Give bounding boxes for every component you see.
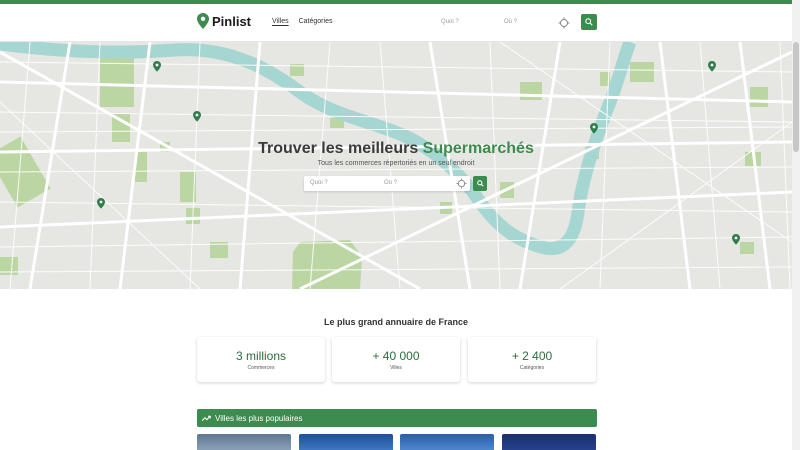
stat-value: + 2 400 xyxy=(511,349,553,363)
map-pin-icon xyxy=(197,13,209,29)
header-search: Quoi ? Où ? xyxy=(437,14,574,32)
header-search-button[interactable] xyxy=(581,14,597,30)
city-card[interactable] xyxy=(197,434,291,450)
location-target-icon[interactable] xyxy=(456,178,467,189)
hero-where-input[interactable]: Où ? xyxy=(384,180,397,186)
hero-title-accent: Supermarchés xyxy=(422,140,534,157)
logo-text: Pinlist xyxy=(212,13,252,29)
hero-what-input[interactable]: Quoi ? xyxy=(310,180,328,186)
search-icon xyxy=(585,18,593,26)
city-card[interactable] xyxy=(400,434,494,450)
city-card[interactable] xyxy=(502,434,596,450)
stat-label: Catégories xyxy=(519,365,545,371)
nav-villes[interactable]: Villes xyxy=(272,18,289,25)
hero-search-bar: Quoi ? Où ? xyxy=(304,176,470,191)
header-where-input[interactable]: Où ? xyxy=(504,19,564,25)
popular-cities-title: Villes les plus populaires xyxy=(215,413,303,423)
logo[interactable]: Pinlist xyxy=(197,13,251,29)
stat-label: Commerces xyxy=(247,365,275,371)
nav-categories[interactable]: Catégories xyxy=(299,18,333,25)
stats-title: Le plus grand annuaire de France xyxy=(323,317,469,327)
stat-card-categories: + 2 400 Catégories xyxy=(468,337,596,382)
stat-card-commerces: 3 millions Commerces xyxy=(197,337,325,382)
search-icon xyxy=(476,180,484,187)
stat-label: Villes xyxy=(390,365,402,371)
stat-value: + 40 000 xyxy=(372,349,420,363)
hero-map: Trouver les meilleurs Supermarchés Tous … xyxy=(0,42,792,289)
header-what-input[interactable]: Quoi ? xyxy=(441,19,501,25)
main-nav: Villes Catégories xyxy=(272,18,332,25)
hero-search-button[interactable] xyxy=(473,176,487,191)
hero-title: Trouver les meilleurs Supermarchés xyxy=(0,140,792,158)
location-target-icon[interactable] xyxy=(558,17,570,29)
hero-subtitle: Tous les commerces répertoriés en un seu… xyxy=(317,160,475,167)
scrollbar-thumb[interactable] xyxy=(793,42,799,152)
popular-cities-header: Villes les plus populaires xyxy=(197,409,597,427)
hero-title-prefix: Trouver les meilleurs xyxy=(258,140,419,157)
stat-value: 3 millions xyxy=(235,349,286,363)
trending-up-icon xyxy=(202,415,211,421)
city-card[interactable] xyxy=(299,434,393,450)
stat-card-villes: + 40 000 Villes xyxy=(332,337,460,382)
site-header: Pinlist Villes Catégories Quoi ? Où ? xyxy=(0,4,792,42)
scrollbar[interactable] xyxy=(792,0,800,450)
